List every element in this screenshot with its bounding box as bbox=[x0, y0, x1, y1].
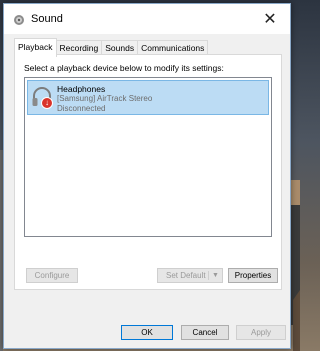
device-list[interactable]: ↓ Headphones [Samsung] AirTrack Stereo D… bbox=[24, 77, 272, 237]
title-bar: Sound ✕ bbox=[4, 4, 290, 34]
close-button[interactable]: ✕ bbox=[250, 4, 290, 34]
speaker-icon bbox=[14, 15, 24, 25]
tab-strip: Playback Recording Sounds Communications bbox=[14, 38, 209, 57]
cancel-button[interactable]: Cancel bbox=[181, 325, 229, 340]
tab-playback[interactable]: Playback bbox=[14, 38, 57, 57]
device-description: [Samsung] AirTrack Stereo bbox=[57, 94, 153, 103]
close-icon: ✕ bbox=[263, 11, 277, 28]
playback-panel: Select a playback device below to modify… bbox=[14, 54, 282, 290]
device-name: Headphones bbox=[57, 84, 106, 94]
sound-dialog: Sound ✕ Playback Recording Sounds Commun… bbox=[3, 3, 291, 349]
ok-button[interactable]: OK bbox=[121, 325, 173, 340]
window-title: Sound bbox=[31, 13, 63, 25]
configure-button[interactable]: Configure bbox=[26, 268, 78, 283]
disconnected-arrow-icon: ↓ bbox=[41, 97, 53, 109]
apply-button[interactable]: Apply bbox=[236, 325, 286, 340]
chevron-down-icon[interactable]: ▼ bbox=[212, 269, 219, 282]
device-status: Disconnected bbox=[57, 104, 106, 113]
properties-button[interactable]: Properties bbox=[228, 268, 278, 283]
list-item-headphones[interactable]: ↓ Headphones [Samsung] AirTrack Stereo D… bbox=[27, 80, 269, 115]
set-default-label: Set Default bbox=[166, 271, 206, 280]
set-default-button[interactable]: Set Default ▼ bbox=[157, 268, 223, 283]
split-divider bbox=[208, 271, 209, 280]
instructions-text: Select a playback device below to modify… bbox=[24, 63, 224, 73]
